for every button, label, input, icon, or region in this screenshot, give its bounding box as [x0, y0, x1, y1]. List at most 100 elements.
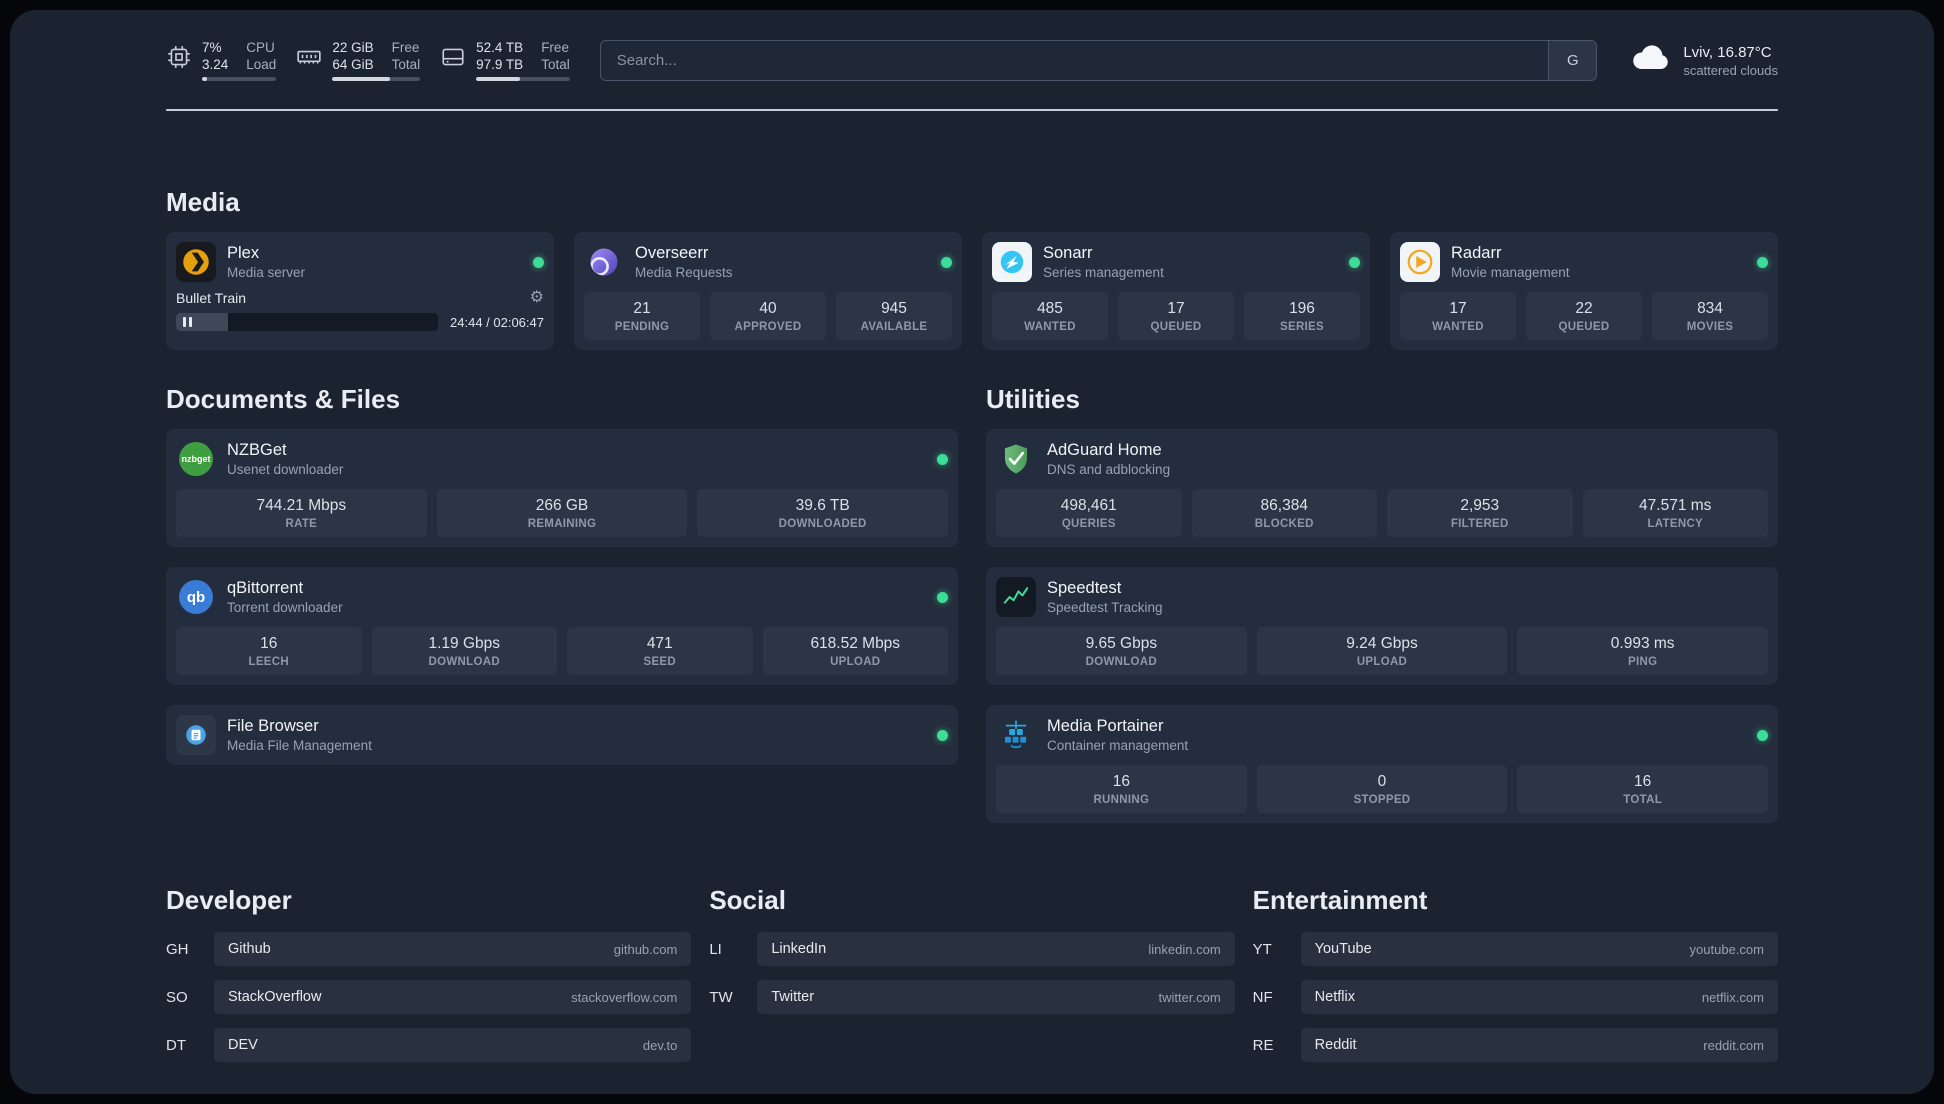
- bookmark-abbr: SO: [166, 988, 188, 1006]
- cpu-usage-value: 7%: [202, 40, 222, 55]
- resource-disk: 52.4 TB Free 97.9 TB Total: [440, 40, 570, 81]
- weather-location: Lviv, 16.87°C: [1683, 43, 1772, 61]
- memory-total-value: 64 GiB: [332, 57, 374, 72]
- dashboard-panel: 7% CPU 3.24 Load 22 GiB Free 64 GiB Tota…: [10, 10, 1934, 1094]
- cpu-load-label: Load: [246, 57, 277, 72]
- disk-total-value: 97.9 TB: [476, 57, 524, 72]
- bookmark-abbr: DT: [166, 1036, 186, 1054]
- nzbget-icon: nzbget: [176, 439, 216, 479]
- service-card-portainer[interactable]: Media Portainer Container management 16 …: [986, 705, 1778, 823]
- status-dot: [533, 256, 544, 268]
- bookmark-netflix[interactable]: NF Netflix netflix.com: [1253, 980, 1778, 1014]
- documents-column: Documents & Files nzbget NZBGet Usenet d…: [166, 384, 958, 823]
- status-dot: [1757, 256, 1768, 268]
- section-title-social: Social: [709, 885, 786, 915]
- bookmark-url: youtube.com: [1689, 941, 1764, 957]
- bookmark-reddit[interactable]: RE Reddit reddit.com: [1253, 1028, 1778, 1062]
- resource-memory: 22 GiB Free 64 GiB Total: [296, 40, 421, 81]
- qbittorrent-icon: qb: [176, 577, 216, 617]
- service-card-speedtest[interactable]: Speedtest Speedtest Tracking 9.65 Gbps D…: [986, 567, 1778, 685]
- bookmark-name: DEV: [228, 1037, 258, 1053]
- section-title-developer: Developer: [166, 885, 292, 915]
- portainer-icon: [996, 715, 1036, 755]
- service-card-filebrowser[interactable]: File Browser Media File Management: [166, 705, 958, 765]
- stat-total: 16 TOTAL: [1517, 765, 1768, 813]
- search-bar[interactable]: G: [599, 40, 1598, 81]
- speedtest-icon: [996, 577, 1036, 617]
- stat-upload: 618.52 Mbps UPLOAD: [762, 627, 948, 675]
- bookmark-github[interactable]: GH Github github.com: [166, 932, 692, 966]
- service-name: AdGuard Home: [1047, 441, 1162, 459]
- search-provider-button[interactable]: G: [1548, 41, 1597, 80]
- service-description: Torrent downloader: [227, 600, 343, 615]
- bookmark-dev[interactable]: DT DEV dev.to: [166, 1028, 692, 1062]
- bookmark-stackoverflow[interactable]: SO StackOverflow stackoverflow.com: [166, 980, 692, 1014]
- section-title-media: Media: [166, 187, 240, 217]
- bookmark-abbr: YT: [1252, 940, 1272, 958]
- stat-filtered: 2,953 FILTERED: [1387, 489, 1573, 537]
- weather-condition: scattered clouds: [1683, 62, 1778, 78]
- service-name: File Browser: [227, 717, 319, 735]
- service-card-adguard[interactable]: AdGuard Home DNS and adblocking 498,461 …: [986, 429, 1778, 547]
- overseerr-icon: [584, 242, 624, 282]
- service-card-overseerr[interactable]: Overseerr Media Requests 21 PENDING 40 A…: [574, 232, 962, 350]
- bookmark-name: Reddit: [1314, 1037, 1357, 1053]
- service-card-qbittorrent[interactable]: qb qBittorrent Torrent downloader 16 LEE…: [166, 567, 958, 685]
- pause-icon[interactable]: [183, 317, 192, 327]
- playback-progress-bar[interactable]: [176, 313, 439, 331]
- section-title-utilities: Utilities: [986, 384, 1080, 414]
- stat-rate: 744.21 Mbps RATE: [176, 489, 427, 537]
- media-grid: Plex Media server Bullet Train ⚙ 24:44 /…: [166, 232, 1778, 350]
- sonarr-icon: [992, 242, 1032, 282]
- stat-approved: 40 APPROVED: [710, 292, 826, 340]
- bookmark-youtube[interactable]: YT YouTube youtube.com: [1253, 932, 1778, 966]
- service-description: Series management: [1043, 265, 1164, 280]
- disk-total-label: Total: [541, 57, 570, 72]
- status-dot: [937, 591, 948, 603]
- bookmark-name: Twitter: [771, 989, 815, 1005]
- top-bar: 7% CPU 3.24 Load 22 GiB Free 64 GiB Tota…: [166, 40, 1778, 81]
- bookmark-twitter[interactable]: TW Twitter twitter.com: [709, 980, 1235, 1014]
- service-card-radarr[interactable]: Radarr Movie management 17 WANTED 22 QUE…: [1390, 232, 1778, 350]
- bookmark-abbr: LI: [709, 940, 722, 958]
- stat-remaining: 266 GB REMAINING: [436, 489, 688, 537]
- service-description: DNS and adblocking: [1047, 462, 1171, 477]
- status-dot: [1349, 256, 1360, 268]
- bookmark-linkedin[interactable]: LI LinkedIn linkedin.com: [709, 932, 1235, 966]
- header-divider: [166, 109, 1778, 111]
- service-card-sonarr[interactable]: Sonarr Series management 485 WANTED 17 Q…: [982, 232, 1370, 350]
- plex-icon: [176, 242, 216, 282]
- stat-download: 1.19 Gbps DOWNLOAD: [371, 627, 557, 675]
- bookmark-group-developer: Developer GH Github github.com SO StackO…: [166, 885, 692, 1062]
- stat-queued: 22 QUEUED: [1526, 292, 1642, 340]
- bookmark-url: reddit.com: [1703, 1037, 1764, 1053]
- now-playing-title: Bullet Train: [176, 290, 247, 306]
- search-input[interactable]: [600, 41, 1549, 80]
- status-dot: [941, 256, 952, 268]
- stat-downloaded: 39.6 TB DOWNLOADED: [697, 489, 948, 537]
- status-dot: [937, 453, 948, 465]
- stat-movies: 834 MOVIES: [1652, 292, 1768, 340]
- memory-free-label: Free: [391, 40, 420, 55]
- memory-free-value: 22 GiB: [332, 40, 374, 55]
- stat-wanted: 17 WANTED: [1400, 292, 1516, 340]
- service-name: Speedtest: [1047, 579, 1122, 597]
- weather-widget[interactable]: Lviv, 16.87°C scattered clouds: [1631, 43, 1778, 78]
- bookmark-url: linkedin.com: [1148, 941, 1221, 957]
- stat-leech: 16 LEECH: [176, 627, 362, 675]
- resource-cpu: 7% CPU 3.24 Load: [166, 40, 277, 81]
- service-card-plex[interactable]: Plex Media server Bullet Train ⚙ 24:44 /…: [166, 232, 554, 350]
- stat-stopped: 0 STOPPED: [1256, 765, 1508, 813]
- memory-progress-bar: [332, 77, 421, 81]
- stat-seed: 471 SEED: [567, 627, 753, 675]
- stat-blocked: 86,384 BLOCKED: [1191, 489, 1377, 537]
- gear-icon[interactable]: ⚙: [530, 290, 544, 306]
- service-name: NZBGet: [227, 441, 287, 459]
- service-name: Sonarr: [1043, 244, 1093, 262]
- status-dot: [1757, 729, 1768, 741]
- disk-free-label: Free: [541, 40, 569, 55]
- service-card-nzbget[interactable]: nzbget NZBGet Usenet downloader 744.21 M…: [166, 429, 958, 547]
- plex-now-playing-widget: Bullet Train ⚙ 24:44 / 02:06:47: [176, 290, 544, 331]
- stat-ping: 0.993 ms PING: [1517, 627, 1768, 675]
- disk-icon: [440, 44, 466, 75]
